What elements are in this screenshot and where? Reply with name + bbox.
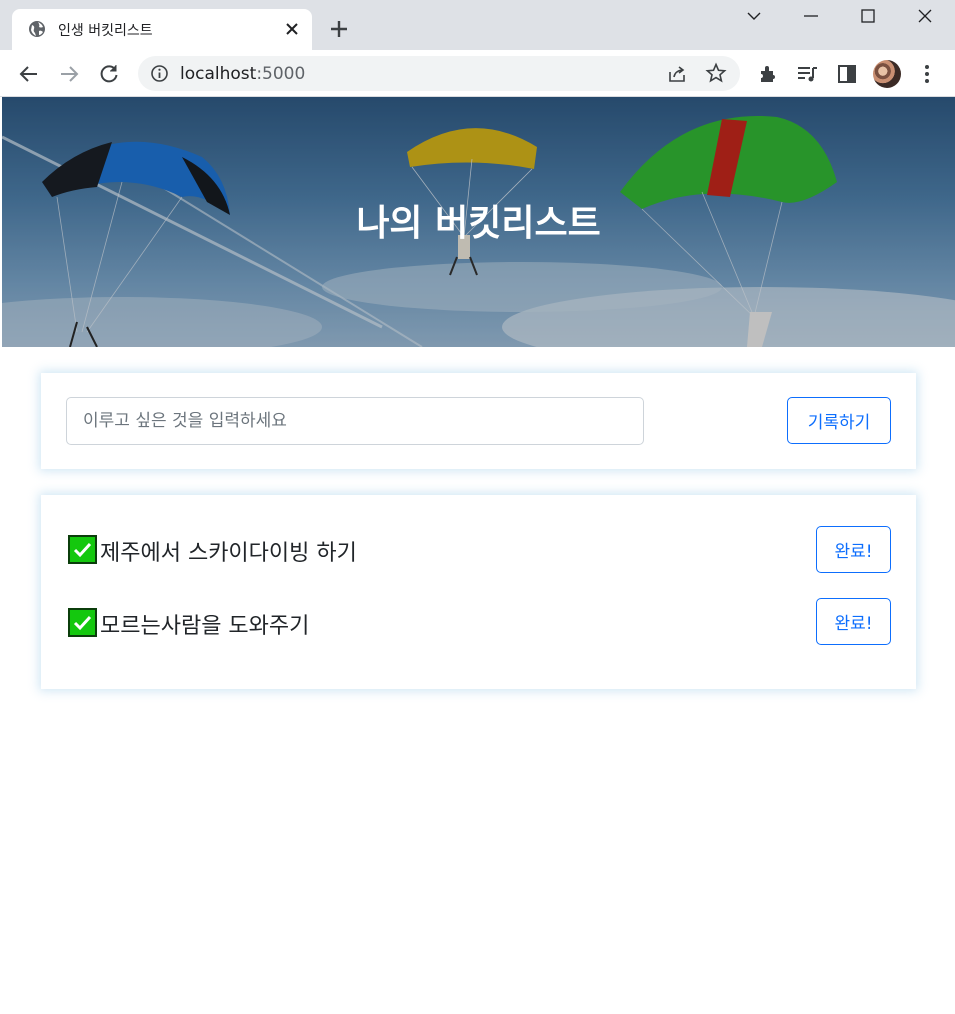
back-icon[interactable] [17, 62, 41, 86]
done-button[interactable]: 완료! [816, 598, 891, 645]
browser-toolbar: localhost:5000 [0, 50, 955, 97]
reload-icon[interactable] [97, 62, 121, 86]
share-icon[interactable] [666, 63, 688, 85]
info-icon[interactable] [150, 64, 169, 83]
more-menu-icon[interactable] [915, 62, 939, 86]
hero-banner: 나의 버킷리스트 [2, 97, 955, 347]
side-panel-icon[interactable] [835, 62, 859, 86]
new-tab-icon[interactable] [328, 18, 350, 40]
bookmark-star-icon[interactable] [705, 62, 727, 84]
browser-tab-strip: 인생 버킷리스트 [0, 0, 955, 50]
url-text: localhost:5000 [180, 64, 306, 84]
save-bucket-button[interactable]: 기록하기 [787, 397, 891, 444]
maximize-icon[interactable] [858, 6, 878, 26]
minimize-icon[interactable] [801, 6, 821, 26]
bucket-item-text: 제주에서 스카이다이빙 하기 [100, 541, 357, 566]
browser-tab[interactable]: 인생 버킷리스트 [12, 9, 312, 50]
globe-icon [29, 21, 45, 37]
profile-avatar[interactable] [873, 60, 901, 88]
list-item: 모르는사람을 도와주기 완료! [68, 598, 891, 645]
tab-title: 인생 버킷리스트 [58, 23, 153, 39]
bucket-list-card: 제주에서 스카이다이빙 하기 완료! 모르는사람을 도와주기 완료! [41, 495, 916, 689]
bucket-input[interactable] [66, 397, 644, 445]
extensions-icon[interactable] [756, 62, 780, 86]
bucket-item-text: 모르는사람을 도와주기 [100, 614, 310, 639]
media-queue-icon[interactable] [795, 62, 819, 86]
bucket-input-card: 기록하기 [41, 373, 916, 469]
address-bar[interactable]: localhost:5000 [138, 56, 740, 91]
done-button[interactable]: 완료! [816, 526, 891, 573]
check-mark-icon [68, 608, 97, 637]
page-title: 나의 버킷리스트 [356, 203, 601, 244]
close-icon[interactable] [284, 21, 300, 37]
forward-icon[interactable] [57, 62, 81, 86]
close-window-icon[interactable] [915, 6, 935, 26]
list-item: 제주에서 스카이다이빙 하기 완료! [68, 526, 891, 573]
chevron-down-icon[interactable] [744, 6, 764, 26]
check-mark-icon [68, 535, 97, 564]
